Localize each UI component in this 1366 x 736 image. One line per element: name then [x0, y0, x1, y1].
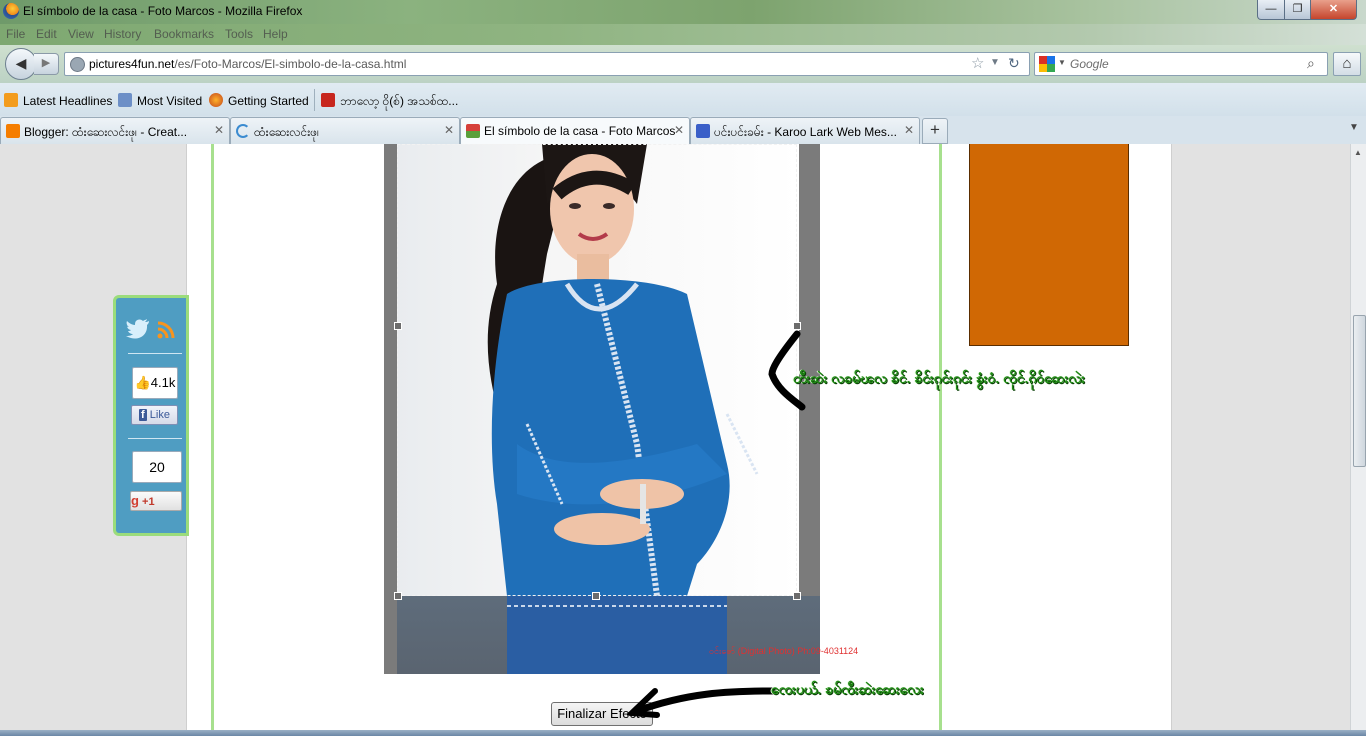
photo-canvas: ဝင်းဇော် (Digital Photo) Ph:09-4031124 — [384, 144, 858, 674]
menu-file[interactable]: File — [6, 27, 25, 41]
close-window-button[interactable]: ✕ — [1310, 0, 1357, 20]
tab-label: ထံးဆေးလင်းဖု၊ — [254, 125, 320, 139]
photo-watermark: ဝင်းဇော် (Digital Photo) Ph:09-4031124 — [709, 646, 859, 656]
annotation-text-bottom: ၸေးပယ်. ၶမ်ၸီးဆဲးဆေးလေး — [771, 681, 924, 697]
twitter-icon[interactable] — [126, 318, 150, 340]
rss-icon[interactable] — [156, 320, 176, 340]
tab-karoo-lark[interactable]: ပင်းပင်းခမ်း - Karoo Lark Web Mes... ✕ — [690, 117, 920, 144]
bookmark-label: Most Visited — [137, 94, 203, 108]
bookmark-star-icon[interactable]: ☆ — [971, 54, 984, 72]
crop-handle-left[interactable] — [394, 322, 402, 330]
ad-placeholder-box — [969, 144, 1129, 346]
address-url[interactable]: pictures4fun.net/es/Foto-Marcos/El-simbo… — [89, 57, 406, 71]
bookmark-label: Getting Started — [228, 94, 309, 108]
minimize-button[interactable]: — — [1257, 0, 1285, 20]
bookmark-separator — [314, 89, 315, 111]
rss-feed-icon — [4, 93, 18, 107]
gplus-label: +1 — [142, 496, 155, 508]
facebook-icon: f — [139, 409, 147, 421]
menu-help[interactable]: Help — [263, 27, 288, 41]
bookmark-latest-headlines[interactable]: Latest Headlines — [4, 93, 112, 108]
history-dropdown-icon[interactable]: ▼ — [990, 57, 1000, 68]
menu-bookmarks[interactable]: Bookmarks — [154, 27, 214, 41]
tab-close-icon[interactable]: ✕ — [444, 123, 454, 137]
bookmark-getting-started[interactable]: Getting Started — [209, 93, 309, 108]
annotation-pointer-arrow — [627, 687, 776, 718]
scrollbar-thumb[interactable] — [1353, 315, 1366, 467]
facebook-like-button[interactable]: f Like — [131, 405, 178, 425]
tab-blogger[interactable]: Blogger: ထံးဆေးလင်းဖု၊ - Creat... ✕ — [0, 117, 230, 144]
tab-label: ပင်းပင်းခမ်း - Karoo Lark Web Mes... — [714, 125, 897, 139]
address-bar[interactable]: pictures4fun.net/es/Foto-Marcos/El-simbo… — [64, 52, 1030, 76]
menu-history[interactable]: History — [104, 27, 141, 41]
navigation-bar: ◀ ▶ pictures4fun.net/es/Foto-Marcos/El-s… — [0, 45, 1366, 83]
bookmark-label: Latest Headlines — [23, 94, 113, 108]
folder-icon — [118, 93, 132, 107]
bookmark-most-visited[interactable]: Most Visited — [118, 93, 202, 108]
window-title: El símbolo de la casa - Foto Marcos - Mo… — [23, 4, 303, 18]
page-viewport: ဝင်းဇော် (Digital Photo) Ph:09-4031124 F… — [0, 144, 1350, 736]
annotation-text-top: တီးဆဲး လခမ်ၽလ ၶိင်. ၶိင်းၵုင်းၵုင်း ၶွံး… — [793, 370, 1085, 386]
photo-site-icon — [466, 124, 480, 138]
menu-bar: File Edit View History Bookmarks Tools H… — [0, 24, 1366, 45]
skirt-illustration — [507, 596, 727, 674]
crop-handle-bottom-right[interactable] — [793, 592, 801, 600]
google-g-icon: g — [131, 493, 139, 508]
bookmark-blogger-post[interactable]: ဘာလော့ ဝို(စ်) အသစ်ထ... — [321, 93, 458, 111]
tab-label: El símbolo de la casa - Foto Marcos — [484, 124, 676, 138]
home-button[interactable]: ⌂ — [1333, 52, 1361, 76]
photo-lower-region — [397, 596, 820, 674]
list-all-tabs-icon[interactable]: ▼ — [1349, 122, 1359, 133]
menu-view[interactable]: View — [68, 27, 94, 41]
crop-handle-bottom-left[interactable] — [394, 592, 402, 600]
loading-spinner-icon — [236, 124, 250, 138]
fb-count-value: 4.1k — [150, 375, 176, 390]
google-plus-count: 20 — [132, 451, 182, 483]
firefox-logo-icon — [3, 3, 19, 19]
blogger-icon — [6, 124, 20, 138]
editor-frame: ဝင်းဇော် (Digital Photo) Ph:09-4031124 F… — [211, 144, 942, 736]
url-host: pictures4fun.net — [89, 57, 175, 71]
thumbs-up-icon: 👍 — [134, 375, 151, 390]
menu-edit[interactable]: Edit — [36, 27, 57, 41]
menu-tools[interactable]: Tools — [225, 27, 253, 41]
tab-close-icon[interactable]: ✕ — [904, 123, 914, 137]
site-identity-icon[interactable] — [70, 57, 85, 72]
bookmark-label: ဘာလော့ ဝို(စ်) အသစ်ထ... — [340, 94, 459, 108]
maximize-button[interactable]: ❐ — [1284, 0, 1311, 20]
google-plus-button[interactable]: g +1 — [130, 491, 182, 511]
search-engine-dropdown-icon[interactable]: ▼ — [1058, 58, 1066, 67]
page-container: ဝင်းဇော် (Digital Photo) Ph:09-4031124 F… — [186, 144, 1172, 736]
pdf-icon — [321, 93, 335, 107]
url-path: /es/Foto-Marcos/El-simbolo-de-la-casa.ht… — [174, 57, 407, 71]
firefox-icon — [209, 93, 223, 107]
tab-bar: Blogger: ထံးဆေးလင်းဖု၊ - Creat... ✕ ထံးဆ… — [0, 116, 1366, 145]
google-icon[interactable] — [1039, 56, 1055, 72]
facebook-like-count: 👍4.1k — [132, 367, 178, 399]
back-button[interactable]: ◀ — [5, 48, 37, 80]
vertical-scrollbar[interactable]: ▲ — [1350, 144, 1366, 736]
tab-loading-page[interactable]: ထံးဆေးလင်းဖု၊ ✕ — [230, 117, 460, 144]
tab-foto-marcos[interactable]: El símbolo de la casa - Foto Marcos ✕ — [460, 117, 690, 144]
tab-close-icon[interactable]: ✕ — [674, 123, 684, 137]
windows-taskbar — [0, 730, 1366, 736]
karoo-icon — [696, 124, 710, 138]
search-input[interactable]: Google — [1070, 57, 1109, 71]
social-share-widget: 👍4.1k f Like 20 g +1 — [113, 295, 189, 536]
title-bar: El símbolo de la casa - Foto Marcos - Mo… — [0, 0, 1366, 24]
bookmarks-toolbar: Latest Headlines Most Visited Getting St… — [0, 83, 1366, 116]
tab-label: Blogger: ထံးဆေးလင်းဖု၊ - Creat... — [24, 125, 188, 139]
crop-selection-box[interactable] — [397, 144, 797, 596]
scroll-up-arrow-icon[interactable]: ▲ — [1354, 148, 1362, 157]
fb-like-label: Like — [149, 409, 170, 421]
reload-icon[interactable]: ↻ — [1008, 55, 1020, 72]
new-tab-button[interactable]: + — [922, 118, 948, 144]
tab-close-icon[interactable]: ✕ — [214, 123, 224, 137]
search-icon[interactable]: ⌕ — [1307, 55, 1315, 72]
forward-button[interactable]: ▶ — [34, 53, 59, 75]
search-bar[interactable]: ▼ Google ⌕ — [1034, 52, 1328, 76]
share-divider — [128, 438, 182, 439]
crop-handle-bottom[interactable] — [592, 592, 600, 600]
share-divider — [128, 353, 182, 354]
